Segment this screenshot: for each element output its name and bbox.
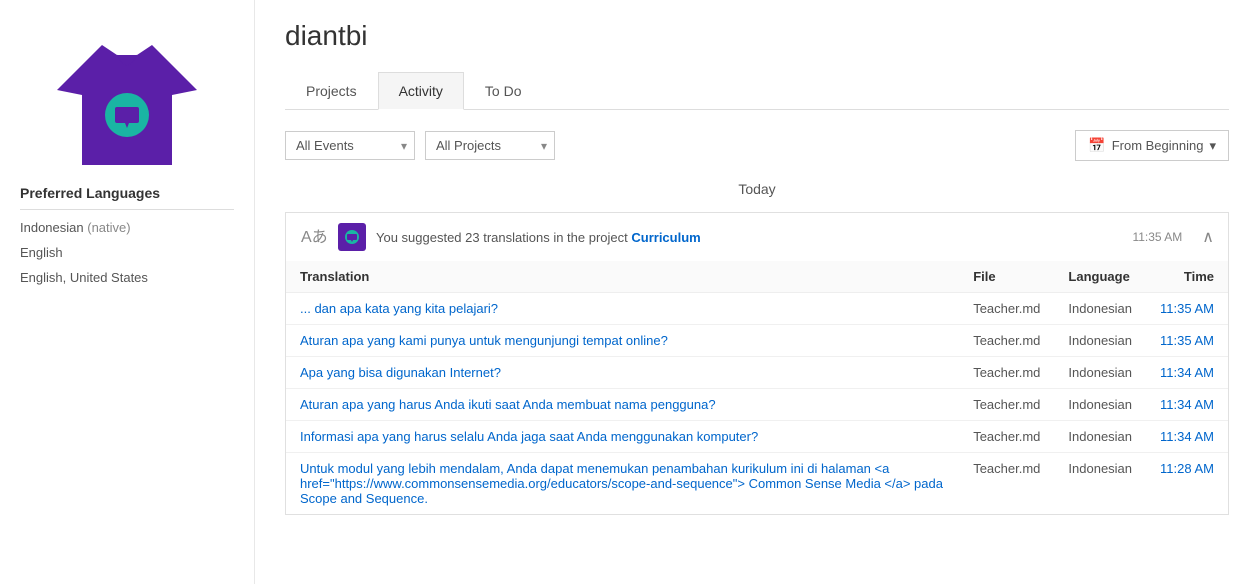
language-cell: Indonesian xyxy=(1054,389,1146,421)
file-cell: Teacher.md xyxy=(959,293,1054,325)
time-cell: 11:34 AM xyxy=(1146,421,1228,453)
table-row: Aturan apa yang harus Anda ikuti saat An… xyxy=(286,389,1228,421)
file-cell: Teacher.md xyxy=(959,389,1054,421)
time-cell: 11:28 AM xyxy=(1146,453,1228,515)
project-link[interactable]: Curriculum xyxy=(631,230,700,245)
language-item-indonesian: Indonesian (native) xyxy=(20,218,234,239)
events-filter[interactable]: All Events xyxy=(285,131,415,160)
date-filter-container: 📅 From Beginning ▾ xyxy=(1075,130,1229,161)
preferred-languages-title: Preferred Languages xyxy=(20,185,234,210)
page-title: diantbi xyxy=(285,20,1229,52)
language-cell: Indonesian xyxy=(1054,421,1146,453)
time-link[interactable]: 11:35 AM xyxy=(1160,333,1214,348)
table-row: Untuk modul yang lebih mendalam, Anda da… xyxy=(286,453,1228,515)
projects-filter-wrapper: All Projects xyxy=(425,131,555,160)
sidebar: Preferred Languages Indonesian (native) … xyxy=(0,0,255,584)
projects-filter[interactable]: All Projects xyxy=(425,131,555,160)
language-item-english-us: English, United States xyxy=(20,268,234,289)
activity-text-before: You suggested 23 translations in the pro… xyxy=(376,230,628,245)
language-cell: Indonesian xyxy=(1054,325,1146,357)
translation-text-link[interactable]: Apa yang bisa digunakan Internet? xyxy=(300,365,501,380)
time-link[interactable]: 11:34 AM xyxy=(1160,429,1214,444)
language-list: Indonesian (native) English English, Uni… xyxy=(20,218,234,288)
tab-todo[interactable]: To Do xyxy=(464,72,543,110)
avatar xyxy=(57,20,197,170)
activity-item: Aあ You suggested 23 translations in the … xyxy=(285,212,1229,515)
events-filter-wrapper: All Events xyxy=(285,131,415,160)
time-cell: 11:34 AM xyxy=(1146,389,1228,421)
table-row: ... dan apa kata yang kita pelajari? Teac… xyxy=(286,293,1228,325)
time-cell: 11:35 AM xyxy=(1146,293,1228,325)
table-header-row: Translation File Language Time xyxy=(286,261,1228,293)
tab-projects[interactable]: Projects xyxy=(285,72,378,110)
language-cell: Indonesian xyxy=(1054,293,1146,325)
activity-header: Aあ You suggested 23 translations in the … xyxy=(286,213,1228,261)
language-cell: Indonesian xyxy=(1054,453,1146,515)
file-cell: Teacher.md xyxy=(959,357,1054,389)
from-beginning-button[interactable]: 📅 From Beginning ▾ xyxy=(1075,130,1229,161)
time-cell: 11:34 AM xyxy=(1146,357,1228,389)
file-cell: Teacher.md xyxy=(959,421,1054,453)
activity-description: You suggested 23 translations in the pro… xyxy=(376,230,1122,245)
tabs: Projects Activity To Do xyxy=(285,72,1229,110)
translation-table: Translation File Language Time ... dan a… xyxy=(286,261,1228,514)
time-link[interactable]: 11:34 AM xyxy=(1160,365,1214,380)
main-content: diantbi Projects Activity To Do All Even… xyxy=(255,0,1259,584)
translation-text-link[interactable]: Informasi apa yang harus selalu Anda jag… xyxy=(300,429,758,444)
language-cell: Indonesian xyxy=(1054,357,1146,389)
today-label: Today xyxy=(285,181,1229,197)
avatar-container xyxy=(20,20,234,170)
translation-text-link[interactable]: ... dan apa kata yang kita pelajari? xyxy=(300,301,498,316)
col-translation: Translation xyxy=(286,261,959,293)
collapse-button[interactable]: ∧ xyxy=(1202,227,1214,247)
file-cell: Teacher.md xyxy=(959,325,1054,357)
col-language: Language xyxy=(1054,261,1146,293)
file-cell: Teacher.md xyxy=(959,453,1054,515)
filters-row: All Events All Projects 📅 From Beginning… xyxy=(285,130,1229,161)
col-time: Time xyxy=(1146,261,1228,293)
time-link[interactable]: 11:28 AM xyxy=(1160,461,1214,476)
activity-timestamp: 11:35 AM xyxy=(1132,230,1182,244)
time-link[interactable]: 11:35 AM xyxy=(1160,301,1214,316)
table-row: Aturan apa yang kami punya untuk mengunj… xyxy=(286,325,1228,357)
dropdown-arrow-icon: ▾ xyxy=(1209,138,1216,154)
translation-text-link[interactable]: Untuk modul yang lebih mendalam, Anda da… xyxy=(300,461,943,506)
col-file: File xyxy=(959,261,1054,293)
from-beginning-label: From Beginning xyxy=(1112,138,1204,153)
table-row: Informasi apa yang harus selalu Anda jag… xyxy=(286,421,1228,453)
language-item-english: English xyxy=(20,243,234,264)
translation-icon: Aあ xyxy=(300,223,328,251)
translation-text-link[interactable]: Aturan apa yang kami punya untuk mengunj… xyxy=(300,333,668,348)
translation-text-link[interactable]: Aturan apa yang harus Anda ikuti saat An… xyxy=(300,397,716,412)
svg-text:Aあ: Aあ xyxy=(301,228,327,246)
time-link[interactable]: 11:34 AM xyxy=(1160,397,1214,412)
tab-activity[interactable]: Activity xyxy=(378,72,464,110)
project-avatar-icon xyxy=(338,223,366,251)
time-cell: 11:35 AM xyxy=(1146,325,1228,357)
calendar-icon: 📅 xyxy=(1088,137,1105,154)
table-row: Apa yang bisa digunakan Internet? Teacher… xyxy=(286,357,1228,389)
